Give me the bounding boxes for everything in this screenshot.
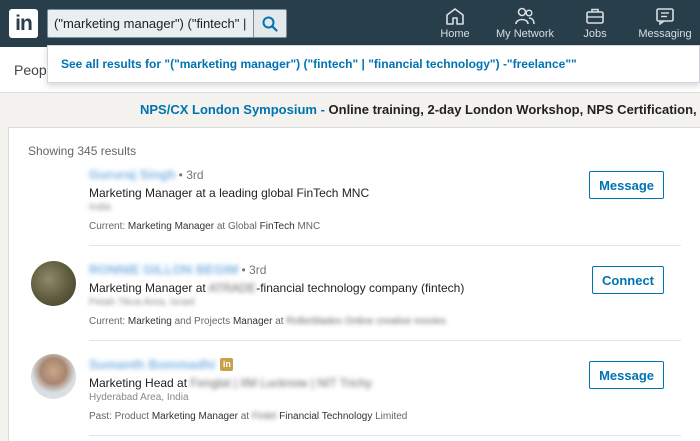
home-icon — [446, 8, 464, 25]
nav-home[interactable]: Home — [420, 0, 490, 47]
divider — [89, 245, 681, 246]
nav-jobs[interactable]: Jobs — [560, 0, 630, 47]
connection-degree: • 3rd — [241, 262, 267, 277]
result-location: India — [89, 202, 111, 213]
result-name[interactable]: RONNIE GILLON BEGIM — [89, 262, 239, 277]
jobs-icon — [586, 8, 604, 24]
result-snippet: Current: Marketing and Projects Manager … — [89, 316, 446, 327]
avatar[interactable] — [31, 354, 76, 399]
linkedin-logo[interactable]: in — [9, 9, 38, 38]
result-name[interactable]: Sumanth Bommadhi — [89, 357, 215, 372]
search-icon — [262, 16, 278, 32]
banner-link[interactable]: NPS/CX London Symposium - — [140, 102, 325, 117]
divider — [89, 435, 681, 436]
avatar[interactable] — [31, 261, 76, 306]
linkedin-premium-badge-icon: in — [220, 358, 234, 371]
nav-messaging[interactable]: Messaging — [630, 0, 700, 47]
result-name[interactable]: Gururaj Singh — [89, 167, 176, 182]
search-suggestions-dropdown: See all results for "("marketing manager… — [47, 45, 700, 83]
results-count: Showing 345 results — [28, 144, 137, 158]
messaging-icon — [656, 8, 674, 25]
search-button[interactable] — [253, 9, 287, 38]
people-filter-tab[interactable]: Peopl — [14, 62, 50, 78]
result-snippet: Current: Marketing Manager at Global Fin… — [89, 221, 321, 232]
promo-banner: NPS/CX London Symposium - Online trainin… — [140, 102, 700, 117]
search-input[interactable] — [47, 9, 253, 38]
banner-text: Online training, 2-day London Workshop, … — [324, 102, 700, 117]
message-button[interactable]: Message — [589, 171, 664, 199]
divider — [89, 340, 681, 341]
message-button[interactable]: Message — [589, 361, 664, 389]
connect-button[interactable]: Connect — [592, 266, 664, 294]
nav-messaging-label: Messaging — [638, 28, 692, 40]
nav-my-network-label: My Network — [495, 28, 555, 40]
result-location: Petah Tikva Area, Israel — [89, 297, 195, 308]
see-all-results-link[interactable]: See all results for "("marketing manager… — [61, 57, 577, 71]
search-bar — [47, 9, 287, 38]
result-location: Hyderabad Area, India — [89, 392, 189, 403]
results-card: Showing 345 results Gururaj Singh • 3rd … — [8, 127, 700, 441]
top-nav: in Home My Network — [0, 0, 700, 47]
nav-my-network[interactable]: My Network — [490, 0, 560, 47]
nav-jobs-label: Jobs — [583, 28, 607, 40]
my-network-icon — [515, 7, 535, 25]
nav-home-label: Home — [440, 28, 470, 40]
result-snippet: Past: Product Marketing Manager at Finle… — [89, 411, 408, 422]
connection-degree: • 3rd — [178, 167, 204, 182]
